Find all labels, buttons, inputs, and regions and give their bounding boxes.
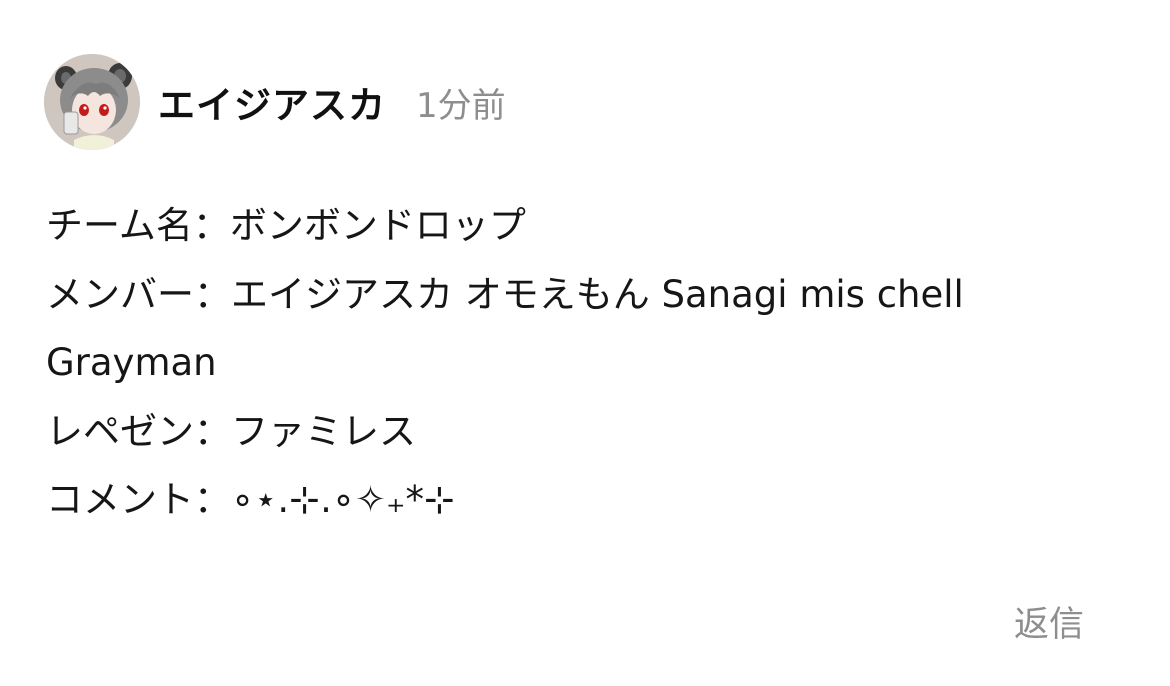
reply-button[interactable]: 返信 — [1014, 596, 1084, 647]
comment-line-members-cont: Grayman — [46, 341, 217, 384]
author-name[interactable]: エイジアスカ — [158, 75, 386, 129]
comment-card: エイジアスカ 1分前 チーム名：ボンボンドロップ メンバー：エイジアスカ オモえ… — [0, 0, 1170, 686]
anime-character-avatar-icon — [44, 54, 140, 150]
comment-line-team: チーム名：ボンボンドロップ — [46, 204, 526, 247]
timestamp: 1分前 — [416, 85, 506, 126]
avatar[interactable] — [44, 54, 140, 150]
comment-header: エイジアスカ 1分前 — [44, 54, 506, 150]
comment-line-members: メンバー：エイジアスカ オモえもん Sanagi mis chell — [46, 272, 964, 316]
comment-line-represent: レペゼン：ファミレス — [46, 409, 416, 453]
comment-body: チーム名：ボンボンドロップ メンバー：エイジアスカ オモえもん Sanagi m… — [46, 192, 1126, 535]
comment-line-comment: コメント：∘⋆.⊹.∘✧₊*⊹ — [46, 478, 456, 521]
